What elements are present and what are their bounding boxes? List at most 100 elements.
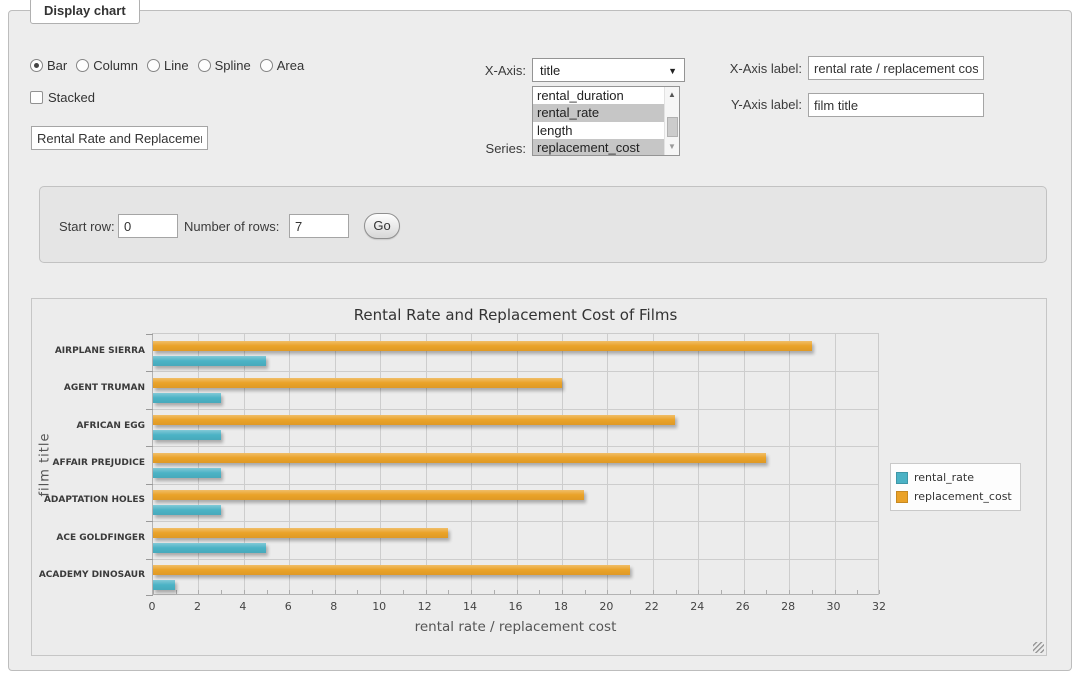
row-range-panel: Start row: Number of rows: Go: [39, 186, 1047, 263]
xaxis-tick: [448, 590, 449, 594]
gridline-v: [380, 334, 381, 594]
xaxis-title: rental rate / replacement cost: [152, 619, 879, 635]
gridline-v: [289, 334, 290, 594]
bar-rental_rate: [153, 430, 221, 440]
bar-sheen: [153, 505, 221, 515]
bar-replacement_cost: [153, 528, 448, 538]
go-button[interactable]: Go: [364, 213, 400, 239]
xaxis-tick-label: 8: [314, 600, 354, 613]
xaxis-tick: [539, 590, 540, 594]
scroll-down-icon[interactable]: ▼: [665, 140, 679, 154]
number-of-rows-input[interactable]: [289, 214, 349, 238]
legend-item-replacement_cost: replacement_cost: [896, 487, 1012, 506]
scroll-up-icon[interactable]: ▲: [665, 88, 679, 102]
resize-handle-icon[interactable]: [1033, 642, 1044, 653]
panel-legend: Display chart: [30, 0, 140, 24]
radio-label: Line: [164, 58, 189, 73]
series-multiselect[interactable]: rental_durationrental_ratelengthreplacem…: [532, 86, 680, 156]
radio-area[interactable]: [260, 59, 273, 72]
gridline-h: [153, 559, 878, 560]
bar-rental_rate: [153, 543, 266, 553]
category-label: AIRPLANE SIERRA: [32, 346, 145, 356]
bar-sheen: [153, 453, 766, 463]
xaxis-tick: [494, 590, 495, 594]
gridline-v: [789, 334, 790, 594]
xaxis-tick: [562, 590, 563, 594]
bar-replacement_cost: [153, 453, 766, 463]
xaxis-tick: [198, 590, 199, 594]
series-option-length[interactable]: length: [533, 122, 664, 139]
xaxis-label-input[interactable]: [808, 56, 984, 80]
gridline-v: [698, 334, 699, 594]
xaxis-tick-label: 30: [814, 600, 854, 613]
dropdown-arrow-icon: ▼: [668, 66, 677, 76]
xaxis-tick: [312, 590, 313, 594]
xaxis-tick: [380, 590, 381, 594]
legend-label: rental_rate: [914, 471, 974, 484]
xaxis-tick-label: 12: [405, 600, 445, 613]
chart-title: Rental Rate and Replacement Cost of Film…: [152, 306, 879, 324]
bar-sheen: [153, 580, 175, 590]
chart-type-option-spline[interactable]: Spline: [198, 58, 251, 73]
radio-bar[interactable]: [30, 59, 43, 72]
xaxis-tick-label: 6: [268, 600, 308, 613]
xaxis-tick-label: 4: [223, 600, 263, 613]
legend-label: replacement_cost: [914, 490, 1012, 503]
xaxis-tick: [630, 590, 631, 594]
chart-type-option-column[interactable]: Column: [76, 58, 138, 73]
category-label: ACADEMY DINOSAUR: [32, 570, 145, 580]
xaxis-tick: [244, 590, 245, 594]
bar-sheen: [153, 341, 812, 351]
yaxis-tick: [146, 371, 153, 372]
series-select-label: Series:: [426, 141, 526, 156]
series-option-rental_duration[interactable]: rental_duration: [533, 87, 664, 104]
xaxis-tick: [835, 590, 836, 594]
xaxis-tick: [335, 590, 336, 594]
stacked-label: Stacked: [48, 90, 95, 105]
bar-sheen: [153, 468, 221, 478]
xaxis-tick: [721, 590, 722, 594]
bar-sheen: [153, 415, 675, 425]
series-option-rental_rate[interactable]: rental_rate: [533, 104, 664, 121]
gridline-v: [517, 334, 518, 594]
gridline-v: [244, 334, 245, 594]
yaxis-tick: [146, 521, 153, 522]
stacked-checkbox-row[interactable]: Stacked: [30, 90, 95, 105]
xaxis-tick-label: 22: [632, 600, 672, 613]
yaxis-label-input[interactable]: [808, 93, 984, 117]
gridline-h: [153, 409, 878, 410]
radio-column[interactable]: [76, 59, 89, 72]
series-option-replacement_cost[interactable]: replacement_cost: [533, 139, 664, 156]
chart-legend: rental_rate replacement_cost: [890, 463, 1021, 511]
xaxis-select[interactable]: title ▼: [532, 58, 685, 82]
gridline-h: [153, 446, 878, 447]
series-scrollbar[interactable]: ▲ ▼: [664, 87, 679, 155]
chart-container: Rental Rate and Replacement Cost of Film…: [31, 298, 1047, 656]
yaxis-tick: [146, 595, 153, 596]
bar-rental_rate: [153, 468, 221, 478]
scrollbar-thumb[interactable]: [667, 117, 678, 137]
gridline-h: [153, 484, 878, 485]
xaxis-tick-label: 16: [496, 600, 536, 613]
radio-spline[interactable]: [198, 59, 211, 72]
radio-line[interactable]: [147, 59, 160, 72]
xaxis-tick: [857, 590, 858, 594]
chart-type-option-line[interactable]: Line: [147, 58, 189, 73]
yaxis-tick: [146, 334, 153, 335]
chart-title-input[interactable]: [31, 126, 208, 150]
xaxis-tick-label: 18: [541, 600, 581, 613]
xaxis-tick: [744, 590, 745, 594]
chart-type-option-bar[interactable]: Bar: [30, 58, 67, 73]
series-options: rental_durationrental_ratelengthreplacem…: [533, 87, 679, 156]
legend-swatch-replacement_cost: [896, 491, 908, 503]
xaxis-tick-label: 32: [859, 600, 899, 613]
stacked-checkbox[interactable]: [30, 91, 43, 104]
plot-area: [152, 333, 879, 595]
chart-type-option-area[interactable]: Area: [260, 58, 304, 73]
gridline-h: [153, 521, 878, 522]
xaxis-tick: [789, 590, 790, 594]
start-row-input[interactable]: [118, 214, 178, 238]
xaxis-tick: [176, 590, 177, 594]
bar-replacement_cost: [153, 415, 675, 425]
gridline-h: [153, 371, 878, 372]
